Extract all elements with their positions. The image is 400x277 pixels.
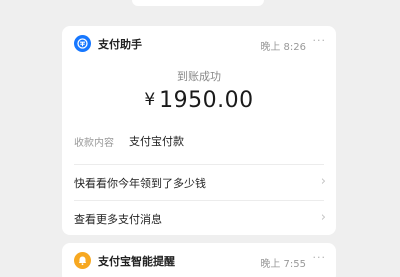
chevron-right-icon: › — [320, 210, 326, 225]
content-label: 收款内容 — [74, 138, 114, 149]
payment-amount: ¥1950.00 — [62, 88, 336, 113]
app-name: 支付宝智能提醒 — [98, 255, 175, 268]
message-time: 晚上 8:26 — [260, 42, 306, 53]
smart-reminder-card[interactable]: 支付宝智能提醒 晚上 7:55 ··· — [62, 243, 336, 277]
annual-summary-link[interactable]: 快看看你今年领到了多少钱 › — [62, 165, 336, 201]
amount-value: 1950.00 — [159, 88, 254, 113]
more-dots-icon[interactable]: ··· — [313, 251, 327, 264]
currency-symbol: ¥ — [144, 90, 156, 110]
more-payment-messages-link[interactable]: 查看更多支付消息 › — [62, 201, 336, 237]
message-time: 晚上 7:55 — [260, 259, 306, 270]
content-value: 支付宝付款 — [129, 135, 184, 148]
previous-card-stub — [132, 0, 264, 6]
chevron-right-icon: › — [320, 174, 326, 189]
card-header: 支付宝智能提醒 晚上 7:55 ··· — [62, 243, 336, 277]
row-label: 查看更多支付消息 — [74, 213, 162, 226]
more-dots-icon[interactable]: ··· — [313, 34, 327, 47]
smart-reminder-icon — [74, 252, 91, 269]
payment-status: 到账成功 — [177, 70, 221, 83]
payment-notification-card[interactable]: 支付助手 晚上 8:26 ··· 到账成功 ¥1950.00 收款内容 支付宝付… — [62, 26, 336, 235]
card-header: 支付助手 晚上 8:26 ··· — [62, 26, 336, 62]
row-label: 快看看你今年领到了多少钱 — [74, 177, 206, 190]
app-name: 支付助手 — [98, 38, 142, 51]
alipay-assistant-icon — [74, 35, 91, 52]
